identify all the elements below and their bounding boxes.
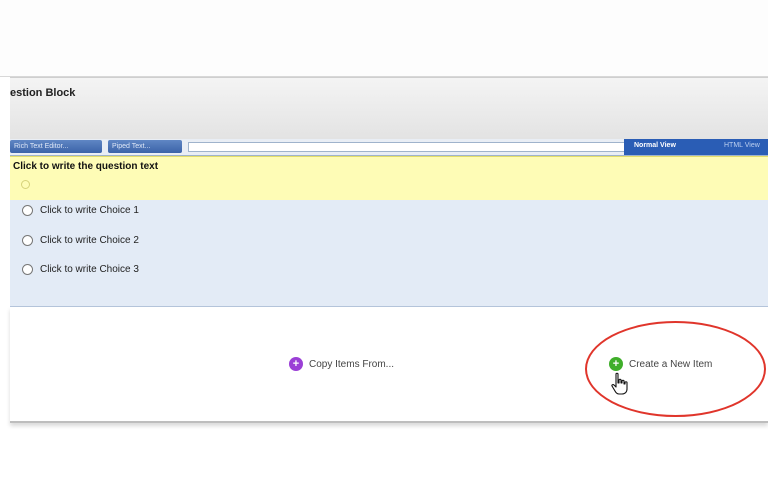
create-item-label: Create a New Item [629, 358, 713, 370]
survey-editor: estion Block Rich Text Editor... Piped T… [0, 0, 768, 487]
choice-label[interactable]: Click to write Choice 2 [40, 235, 139, 246]
choice-3[interactable]: Click to write Choice 3 [22, 262, 139, 276]
question-block-header: estion Block [10, 77, 768, 142]
radio-button[interactable] [22, 234, 33, 246]
plus-circle-green-icon: + [609, 357, 623, 371]
block-actions: + Copy Items From... + Create a New Item [10, 307, 768, 423]
copy-items-button[interactable]: + Copy Items From... [289, 357, 394, 371]
piped-text-button[interactable]: Piped Text... [108, 140, 182, 153]
copy-items-label: Copy Items From... [309, 358, 395, 370]
choice-2[interactable]: Click to write Choice 2 [22, 233, 139, 247]
view-tabs: Normal View HTML View [624, 139, 768, 155]
tab-html-view[interactable]: HTML View [724, 142, 760, 149]
plus-circle-purple-icon: + [289, 357, 303, 371]
toolbar-field [188, 142, 634, 152]
question-text-area[interactable]: Click to write the question text [10, 156, 768, 201]
choice-1[interactable]: Click to write Choice 1 [22, 203, 139, 217]
create-new-item-button[interactable]: + Create a New Item [609, 357, 712, 371]
editor-toolbar: Rich Text Editor... Piped Text... Normal… [10, 139, 768, 156]
top-frame [0, 0, 768, 77]
radio-button[interactable] [22, 204, 33, 216]
choices-list: Click to write Choice 1 Click to write C… [10, 200, 768, 307]
block-title: estion Block [10, 87, 76, 99]
choice-label[interactable]: Click to write Choice 3 [40, 264, 139, 275]
tab-normal-view[interactable]: Normal View [634, 142, 676, 149]
choice-label[interactable]: Click to write Choice 1 [40, 205, 139, 216]
text-cursor-icon [21, 180, 30, 189]
rich-text-editor-button[interactable]: Rich Text Editor... [10, 140, 102, 153]
question-prompt[interactable]: Click to write the question text [13, 161, 158, 172]
radio-button[interactable] [22, 263, 33, 275]
